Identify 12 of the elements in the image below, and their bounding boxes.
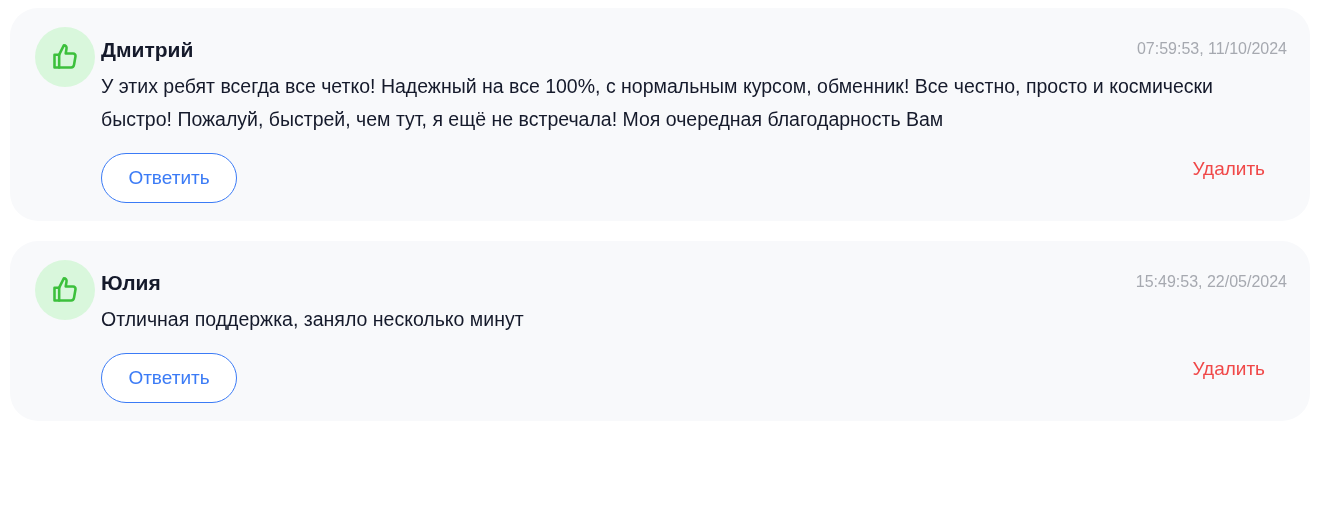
delete-link[interactable]: Удалить — [1192, 155, 1265, 184]
reply-button[interactable]: Ответить — [101, 153, 237, 203]
timestamp: 15:49:53, 22/05/2024 — [1135, 272, 1287, 292]
review-text: У этих ребят всегда все четко! Надежный на все 100%, с нормальным курсом, обменник! Все честно, просто и космически быстро! Пожалуй, быстрей, чем тут, я ещё не встречала! Моя очередная благодарность Вам — [101, 74, 1214, 132]
reply-button[interactable]: Ответить — [101, 353, 237, 403]
author-name: Юлия — [101, 270, 161, 296]
thumbs-up-icon — [51, 276, 79, 304]
delete-link[interactable]: Удалить — [1192, 355, 1265, 384]
timestamp: 07:59:53, 11/10/2024 — [1136, 39, 1287, 59]
thumbs-up-icon — [51, 43, 79, 71]
author-name: Дмитрий — [101, 37, 194, 63]
review-text: Отличная поддержка, заняло несколько минут — [101, 307, 525, 332]
